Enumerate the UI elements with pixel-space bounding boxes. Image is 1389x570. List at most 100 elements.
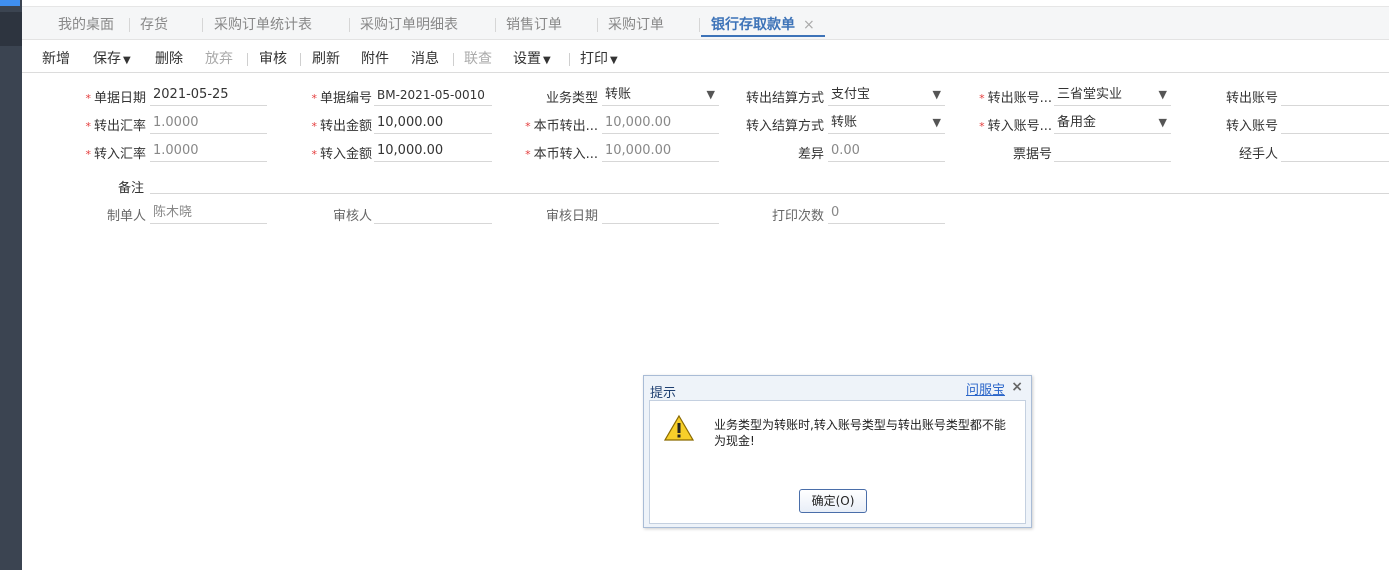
tab-sales-order[interactable]: 销售订单 <box>506 15 562 37</box>
auditor-label: 审核人 <box>332 209 372 224</box>
biz-type-select[interactable]: 转账 ▼ <box>602 86 719 106</box>
out-settle-value: 支付宝 <box>831 87 871 102</box>
help-link[interactable]: 问服宝 <box>966 379 1005 398</box>
tab-bank-deposit-withdrawal[interactable]: 银行存取款单 × <box>701 15 825 37</box>
chevron-down-icon: ▼ <box>932 88 941 101</box>
chevron-down-icon: ▼ <box>543 55 551 66</box>
save-button[interactable]: 保存 ▼ <box>93 48 131 68</box>
required-mark: * <box>85 148 91 161</box>
toolbar-separator <box>247 53 248 66</box>
out-settle-select[interactable]: 支付宝 ▼ <box>828 86 945 106</box>
tab-separator <box>495 18 496 32</box>
close-icon[interactable]: × <box>1011 379 1023 395</box>
in-rate-label: * 转入汇率 <box>82 143 146 162</box>
out-amount-field[interactable]: 10,000.00 <box>374 114 492 134</box>
local-in-label-text: 本币转入... <box>533 147 598 162</box>
biz-type-label: 业务类型 <box>545 91 598 106</box>
sidebar-accent <box>0 0 20 6</box>
in-amount-label: * 转入金额 <box>306 143 372 162</box>
chevron-down-icon: ▼ <box>932 116 941 129</box>
left-sidebar <box>0 0 22 570</box>
out-settle-label: 转出结算方式 <box>745 91 824 106</box>
settings-label: 设置 <box>513 51 541 67</box>
doc-no-field[interactable]: BM-2021-05-0010 <box>374 86 492 106</box>
tab-inventory[interactable]: 存货 <box>140 15 168 37</box>
local-out-field[interactable]: 10,000.00 <box>602 114 719 134</box>
required-mark: * <box>311 120 317 133</box>
required-mark: * <box>525 148 531 161</box>
alert-dialog: 提示 问服宝 × 业务类型为转账时,转入账号类型与转出账号类型都不能为现金! 确… <box>643 375 1032 528</box>
tab-separator <box>597 18 598 32</box>
out-amount-label-text: 转出金额 <box>319 119 372 134</box>
tab-active-label: 银行存取款单 <box>711 17 795 33</box>
in-settle-label: 转入结算方式 <box>745 119 824 134</box>
ok-button[interactable]: 确定(O) <box>799 489 867 513</box>
in-acct-name-select[interactable]: 备用金 ▼ <box>1054 114 1171 134</box>
out-acct-no-field[interactable] <box>1281 86 1389 106</box>
tab-po-details[interactable]: 采购订单明细表 <box>360 15 458 37</box>
chevron-down-icon: ▼ <box>1158 88 1167 101</box>
tab-desktop[interactable]: 我的桌面 <box>58 15 114 37</box>
in-settle-select[interactable]: 转账 ▼ <box>828 114 945 134</box>
tab-close-icon[interactable]: × <box>803 17 815 33</box>
required-mark: * <box>311 92 317 105</box>
diff-field[interactable]: 0.00 <box>828 142 945 162</box>
toolbar-separator <box>300 53 301 66</box>
tab-po-statistics[interactable]: 采购订单统计表 <box>214 15 312 37</box>
required-mark: * <box>979 120 985 133</box>
in-acct-no-field[interactable] <box>1281 114 1389 134</box>
doc-date-label: * 单据日期 <box>82 87 146 106</box>
in-rate-field[interactable]: 1.0000 <box>150 142 267 162</box>
audit-date-label: 审核日期 <box>545 209 598 224</box>
doc-no-label: * 单据编号 <box>306 87 372 106</box>
discard-button[interactable]: 放弃 <box>205 48 233 68</box>
tab-bar-top-line <box>22 0 1389 7</box>
required-mark: * <box>311 148 317 161</box>
in-acct-no-label: 转入账号 <box>1225 119 1278 134</box>
out-acct-name-select[interactable]: 三省堂实业 ▼ <box>1054 86 1171 106</box>
add-button[interactable]: 新增 <box>42 48 70 68</box>
out-acct-name-label-text: 转出账号... <box>987 91 1052 106</box>
biz-type-value: 转账 <box>605 87 632 102</box>
tab-bar: 我的桌面 存货 采购订单统计表 采购订单明细表 销售订单 采购订单 银行存取款单… <box>22 0 1389 40</box>
local-in-label: * 本币转入... <box>518 143 598 162</box>
save-label: 保存 <box>93 51 121 67</box>
remark-field[interactable] <box>150 193 1389 194</box>
maker-field: 陈木晓 <box>150 204 267 224</box>
audit-button[interactable]: 审核 <box>259 48 287 68</box>
in-amount-field[interactable]: 10,000.00 <box>374 142 492 162</box>
main-area: 我的桌面 存货 采购订单统计表 采购订单明细表 销售订单 采购订单 银行存取款单… <box>22 0 1389 570</box>
linked-query-button[interactable]: 联查 <box>464 48 492 68</box>
in-settle-value: 转账 <box>831 115 858 130</box>
refresh-button[interactable]: 刷新 <box>312 48 340 68</box>
delete-button[interactable]: 删除 <box>155 48 183 68</box>
tab-separator <box>202 18 203 32</box>
required-mark: * <box>525 120 531 133</box>
local-in-field[interactable]: 10,000.00 <box>602 142 719 162</box>
print-label: 打印 <box>580 51 608 67</box>
doc-date-field[interactable]: 2021-05-25 <box>150 86 267 106</box>
bill-no-label: 票据号 <box>1012 147 1052 162</box>
sidebar-segment[interactable] <box>0 12 22 46</box>
diff-label: 差异 <box>797 147 824 162</box>
toolbar-separator <box>569 53 570 66</box>
in-acct-name-label: * 转入账号... <box>972 115 1052 134</box>
out-rate-label-text: 转出汇率 <box>93 119 146 134</box>
bill-no-field[interactable] <box>1054 142 1171 162</box>
print-count-field: 0 <box>828 204 945 224</box>
dialog-title: 提示 <box>650 386 677 401</box>
message-button[interactable]: 消息 <box>411 48 439 68</box>
out-rate-field[interactable]: 1.0000 <box>150 114 267 134</box>
out-acct-name-label: * 转出账号... <box>972 87 1052 106</box>
attachment-button[interactable]: 附件 <box>361 48 389 68</box>
handler-label: 经手人 <box>1238 147 1278 162</box>
chevron-down-icon: ▼ <box>1158 116 1167 129</box>
settings-button[interactable]: 设置 ▼ <box>513 48 551 68</box>
doc-date-label-text: 单据日期 <box>93 91 146 106</box>
toolbar-separator <box>453 53 454 66</box>
handler-field[interactable] <box>1281 142 1389 162</box>
local-out-label-text: 本币转出... <box>533 119 598 134</box>
print-button[interactable]: 打印 ▼ <box>580 48 618 68</box>
out-acct-no-label: 转出账号 <box>1225 91 1278 106</box>
tab-purchase-order[interactable]: 采购订单 <box>608 15 664 37</box>
